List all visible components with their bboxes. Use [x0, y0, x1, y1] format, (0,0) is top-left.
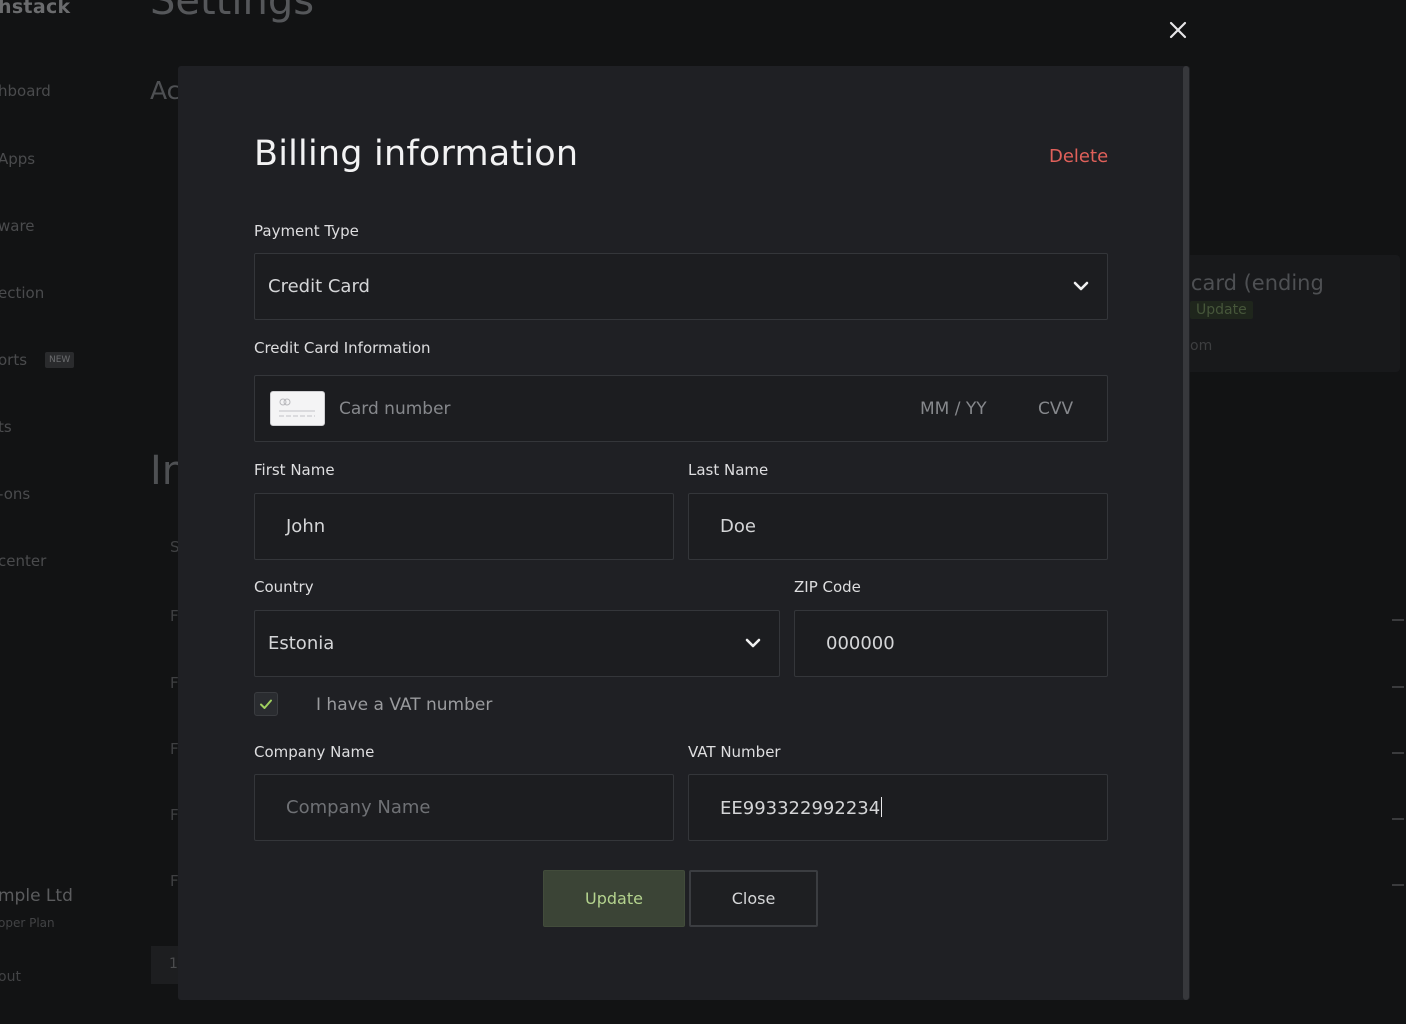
sidebar-item-ts[interactable]: ts	[0, 418, 12, 436]
first-name-label: First Name	[254, 461, 335, 479]
last-name-value: Doe	[720, 516, 756, 537]
vat-number-label: VAT Number	[688, 743, 781, 761]
credit-card-label: Credit Card Information	[254, 339, 431, 357]
sidebar-item-addons[interactable]: -ons	[0, 485, 30, 503]
vat-number-value: EE993322992234	[720, 798, 881, 819]
country-value: Estonia	[268, 633, 335, 654]
payment-method-subtext: om	[1190, 338, 1213, 354]
chevron-down-icon	[1073, 281, 1089, 291]
modal-scrollbar[interactable]	[1183, 66, 1189, 1000]
sidebar-item-ware[interactable]: ware	[0, 217, 35, 235]
download-icon[interactable]	[1392, 808, 1404, 820]
checkmark-icon	[260, 699, 272, 709]
company-name-field[interactable]: Company Name	[254, 774, 674, 841]
close-icon[interactable]	[1165, 17, 1191, 43]
download-icon[interactable]	[1392, 742, 1404, 754]
first-name-field[interactable]: John	[254, 493, 674, 560]
text-caret	[881, 797, 883, 817]
update-button[interactable]: Update	[543, 870, 685, 927]
payment-type-select[interactable]: Credit Card	[254, 253, 1108, 320]
credit-card-field[interactable]: Card number MM / YY CVV	[254, 375, 1108, 442]
sidebar-item-apps[interactable]: Apps	[0, 150, 35, 168]
country-label: Country	[254, 578, 314, 596]
payment-method-text: t card (ending	[1176, 271, 1324, 295]
vat-number-value-wrap: EE993322992234	[720, 797, 883, 819]
zip-value: 000000	[826, 633, 895, 654]
account-plan: oper Plan	[0, 916, 55, 930]
vat-checkbox[interactable]	[254, 692, 278, 716]
download-icon[interactable]	[1392, 609, 1404, 621]
vat-checkbox-label[interactable]: I have a VAT number	[316, 695, 492, 715]
brand-logo-text: hstack	[0, 0, 71, 18]
billing-modal: Billing information Delete Payment Type …	[178, 66, 1190, 1000]
pagination-page[interactable]: 1	[151, 946, 181, 984]
card-number-input[interactable]: Card number	[339, 399, 451, 419]
country-select[interactable]: Estonia	[254, 610, 780, 677]
payment-update-button[interactable]: Update	[1190, 301, 1253, 319]
zip-field[interactable]: 000000	[794, 610, 1108, 677]
vat-number-field[interactable]: EE993322992234	[688, 774, 1108, 841]
close-button[interactable]: Close	[689, 870, 818, 927]
last-name-label: Last Name	[688, 461, 769, 479]
company-name-placeholder: Company Name	[286, 797, 431, 818]
last-name-field[interactable]: Doe	[688, 493, 1108, 560]
logout-link[interactable]: out	[0, 969, 21, 985]
section-heading-account: Ac	[150, 76, 181, 105]
credit-card-icon	[270, 391, 325, 426]
chevron-down-icon	[745, 638, 761, 648]
download-icon[interactable]	[1392, 676, 1404, 688]
zip-label: ZIP Code	[794, 578, 861, 596]
company-name-label: Company Name	[254, 743, 375, 761]
sidebar-item-help-center[interactable]: center	[0, 552, 46, 570]
card-cvv-input[interactable]: CVV	[1038, 399, 1073, 419]
card-expiry-input[interactable]: MM / YY	[920, 399, 987, 419]
sidebar-item-ection[interactable]: ection	[0, 284, 44, 302]
page-title: Settings	[150, 0, 315, 24]
payment-type-value: Credit Card	[268, 276, 370, 297]
new-badge: NEW	[45, 352, 75, 368]
payment-type-label: Payment Type	[254, 222, 359, 240]
delete-button[interactable]: Delete	[1049, 146, 1108, 167]
account-company-name: mple Ltd	[0, 886, 73, 906]
sidebar-item-dashboard[interactable]: hboard	[0, 82, 51, 100]
modal-title: Billing information	[254, 134, 579, 174]
download-icon[interactable]	[1392, 874, 1404, 886]
first-name-value: John	[286, 516, 326, 537]
sidebar-item-reports[interactable]: orts	[0, 351, 27, 369]
